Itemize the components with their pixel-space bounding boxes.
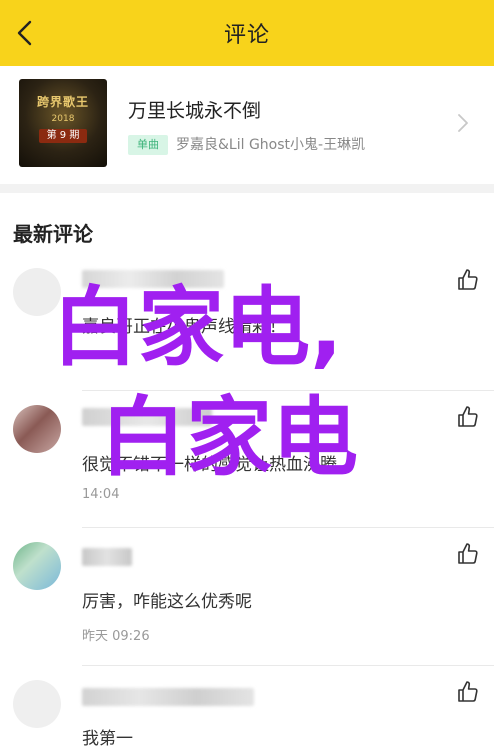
- cover-title: 跨界歌王: [36, 95, 89, 109]
- chevron-right-icon[interactable]: [456, 113, 470, 133]
- section-title: 最新评论: [13, 222, 93, 246]
- avatar[interactable]: [13, 268, 61, 316]
- username[interactable]: [82, 688, 254, 706]
- username[interactable]: [82, 408, 212, 426]
- artist-name: 罗嘉良&Lil Ghost小鬼-王琳凯: [176, 137, 366, 153]
- song-title: 万里长城永不倒: [128, 100, 262, 122]
- thumbs-up-icon[interactable]: [456, 542, 480, 566]
- avatar[interactable]: [13, 680, 61, 728]
- timestamp: 14:04: [82, 487, 120, 502]
- page-title: 评论: [223, 23, 270, 48]
- top-bar: 评论: [0, 0, 494, 66]
- avatar[interactable]: [13, 542, 61, 590]
- avatar[interactable]: [13, 405, 61, 453]
- album-cover: 跨界歌王 2018 第 9 期: [19, 79, 107, 167]
- comment-text: 嘉良哥正在小鬼声线精彩！: [82, 317, 286, 337]
- thumbs-up-icon[interactable]: [456, 680, 480, 704]
- back-button[interactable]: [10, 18, 40, 48]
- thumbs-up-icon[interactable]: [456, 405, 480, 429]
- chevron-left-icon: [17, 20, 32, 46]
- comment-text: 我第一: [82, 729, 133, 749]
- divider: [82, 390, 494, 391]
- divider: [82, 665, 494, 666]
- thumbs-up-icon[interactable]: [456, 268, 480, 292]
- username[interactable]: [82, 270, 224, 288]
- cover-year: 2018: [51, 114, 75, 124]
- cover-episode: 第 9 期: [39, 129, 87, 143]
- comment-text: 厉害，咋能这么优秀呢: [82, 592, 252, 612]
- song-card[interactable]: 跨界歌王 2018 第 9 期: [0, 66, 494, 184]
- divider: [82, 527, 494, 528]
- username[interactable]: [82, 548, 132, 566]
- timestamp: 昨天 09:26: [82, 629, 150, 644]
- comments-screen: 评论 跨界歌王 2018 第 9 期 万里长城永不倒 单曲 罗嘉良&Lil Gh…: [0, 0, 494, 755]
- comment-text: 很觉不错不一样的感觉让热血沸腾: [82, 455, 337, 475]
- single-tag: 单曲: [128, 135, 168, 155]
